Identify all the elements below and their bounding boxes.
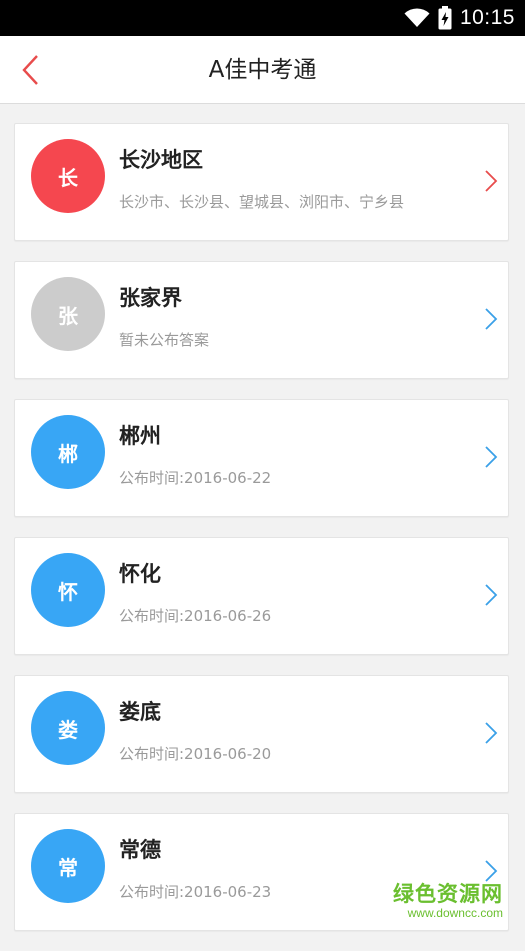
region-subtitle: 长沙市、长沙县、望城县、浏阳市、宁乡县: [119, 193, 405, 211]
chevron-right-icon: [485, 860, 498, 882]
region-avatar: 长: [31, 139, 105, 213]
wifi-icon: [404, 8, 430, 27]
region-subtitle: 公布时间:2016-06-26: [119, 607, 272, 625]
region-avatar: 郴: [31, 415, 105, 489]
region-title: 郴州: [119, 424, 161, 448]
region-title: 长沙地区: [119, 148, 203, 172]
region-avatar: 娄: [31, 691, 105, 765]
chevron-right-icon: [485, 170, 498, 192]
region-card-zhangjiajie[interactable]: 张 张家界 暂未公布答案: [14, 261, 509, 379]
region-subtitle: 公布时间:2016-06-22: [119, 469, 272, 487]
chevron-right-icon: [485, 308, 498, 330]
region-card-loudi[interactable]: 娄 娄底 公布时间:2016-06-20: [14, 675, 509, 793]
status-icons: 10:15: [404, 0, 515, 36]
region-card-huaihua[interactable]: 怀 怀化 公布时间:2016-06-26: [14, 537, 509, 655]
region-title: 怀化: [119, 562, 161, 586]
chevron-right-icon: [485, 446, 498, 468]
app-header: A佳中考通: [0, 36, 525, 104]
region-avatar: 怀: [31, 553, 105, 627]
region-title: 娄底: [119, 700, 161, 724]
chevron-right-icon: [485, 584, 498, 606]
region-card-chenzhou[interactable]: 郴 郴州 公布时间:2016-06-22: [14, 399, 509, 517]
region-subtitle: 公布时间:2016-06-23: [119, 883, 272, 901]
region-card-changde[interactable]: 常 常德 公布时间:2016-06-23: [14, 813, 509, 931]
region-list: 长 长沙地区 长沙市、长沙县、望城县、浏阳市、宁乡县 张 张家界 暂未公布答案 …: [14, 123, 509, 951]
chevron-right-icon: [485, 722, 498, 744]
region-subtitle: 公布时间:2016-06-20: [119, 745, 272, 763]
status-bar: 10:15: [0, 0, 525, 36]
region-title: 张家界: [119, 286, 182, 310]
region-title: 常德: [119, 838, 161, 862]
region-card-changsha[interactable]: 长 长沙地区 长沙市、长沙县、望城县、浏阳市、宁乡县: [14, 123, 509, 241]
region-avatar: 常: [31, 829, 105, 903]
region-subtitle: 暂未公布答案: [119, 331, 210, 349]
page-title: A佳中考通: [208, 57, 317, 83]
status-time: 10:15: [459, 6, 515, 29]
region-avatar: 张: [31, 277, 105, 351]
battery-charging-icon: [438, 6, 452, 30]
